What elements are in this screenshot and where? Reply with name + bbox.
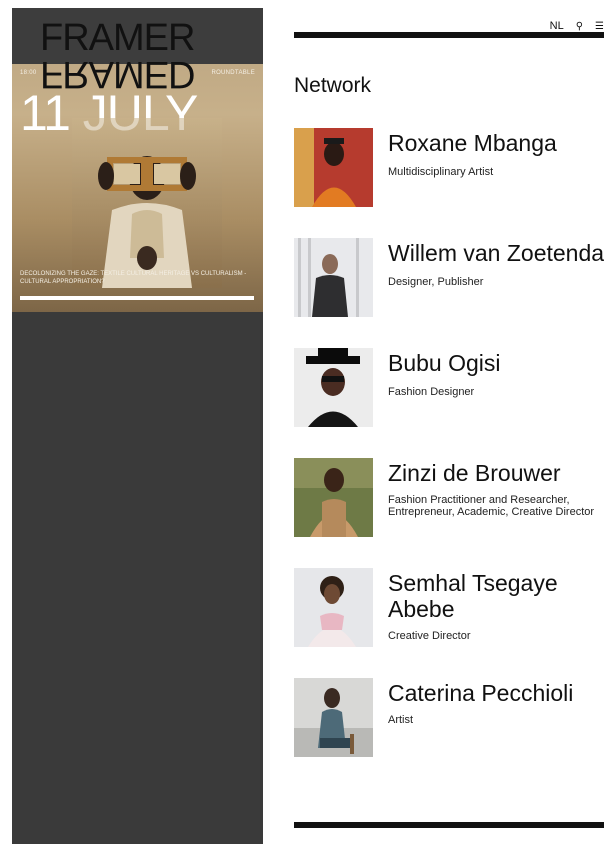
left-panel: FRAMER FRAMED 18:00 ROUNDTABLE 11 JULY D… (12, 8, 263, 844)
top-divider (294, 32, 604, 38)
list-item[interactable]: Caterina Pecchioli Artist (294, 678, 604, 760)
person-role: Fashion Designer (388, 386, 475, 398)
person-role: Fashion Practitioner and Researcher, Ent… (388, 494, 595, 518)
list-item[interactable]: Bubu Ogisi Fashion Designer (294, 348, 604, 430)
person-role: Multidisciplinary Artist (388, 166, 494, 178)
section-title: Network (294, 74, 372, 97)
avatar (294, 238, 373, 317)
event-photo (72, 118, 222, 288)
person-role: Artist (388, 714, 414, 726)
avatar (294, 568, 373, 647)
search-icon[interactable]: ⚲ (576, 21, 583, 32)
person-name: Willem van Zoetendaal (388, 240, 604, 266)
list-item[interactable]: Zinzi de Brouwer Fashion Practitioner an… (294, 458, 604, 540)
bottom-divider (294, 822, 604, 828)
avatar (294, 348, 373, 427)
person-name: Roxane Mbanga (388, 130, 557, 156)
event-time: 18:00 (20, 70, 37, 76)
person-role: Designer, Publisher (388, 276, 484, 288)
avatar (294, 678, 373, 757)
progress-bar (20, 296, 254, 300)
person-name: Semhal Tsegaye Abebe (388, 570, 558, 622)
event-type: ROUNDTABLE (211, 70, 255, 76)
event-card[interactable]: FRAMER FRAMED 18:00 ROUNDTABLE 11 JULY D… (12, 8, 263, 312)
person-name: Caterina Pecchioli (388, 680, 574, 706)
network-pane: NL ⚲ ☰ Network Roxane Mbanga Multidiscip… (294, 0, 604, 842)
avatar (294, 128, 373, 207)
language-switch[interactable]: NL (550, 20, 564, 32)
list-item[interactable]: Willem van Zoetendaal Designer, Publishe… (294, 238, 604, 320)
framer-logo: FRAMER (40, 17, 195, 59)
event-caption: DECOLONIZING THE GAZE: TEXTILE CULTURAL … (20, 271, 247, 285)
menu-icon[interactable]: ☰ (595, 21, 604, 32)
list-item[interactable]: Semhal Tsegaye Abebe Creative Director (294, 568, 604, 650)
person-name: Zinzi de Brouwer (388, 460, 561, 486)
person-name: Bubu Ogisi (388, 350, 501, 376)
list-item[interactable]: Roxane Mbanga Multidisciplinary Artist (294, 128, 604, 210)
person-role: Creative Director (388, 630, 471, 642)
avatar (294, 458, 373, 537)
top-nav: NL ⚲ ☰ (550, 20, 604, 32)
